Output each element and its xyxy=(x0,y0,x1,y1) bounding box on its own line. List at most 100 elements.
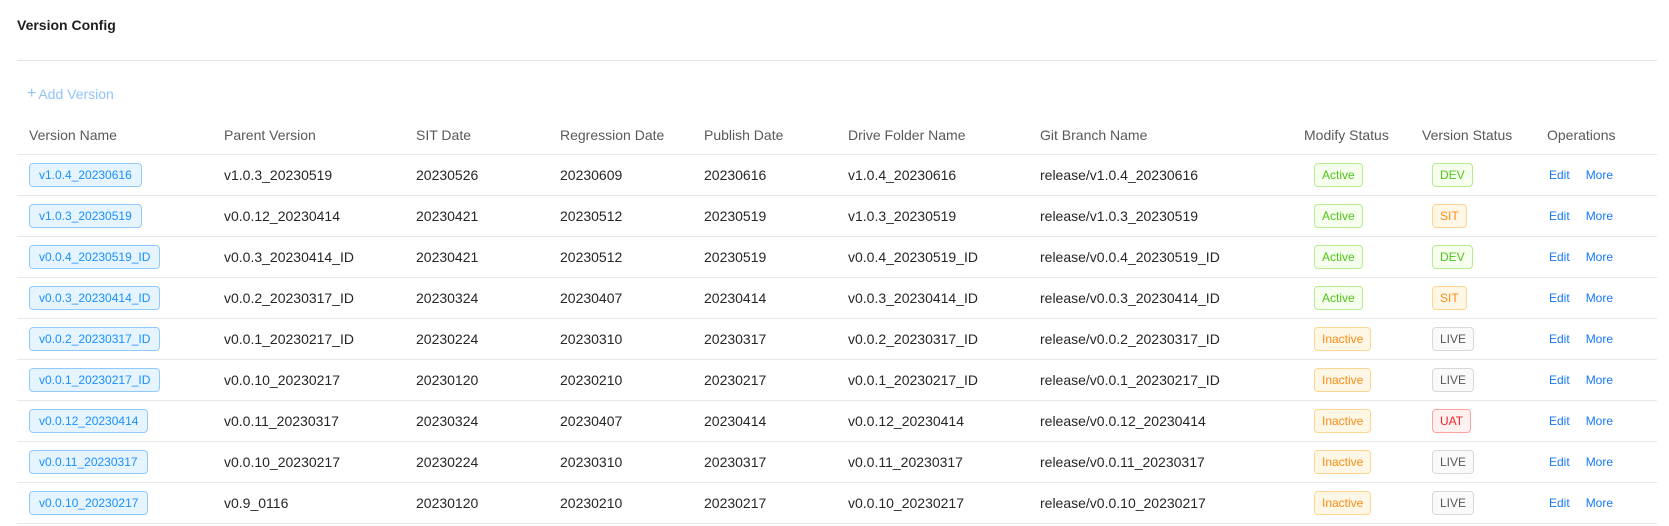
modify-status-cell: Active xyxy=(1314,196,1363,236)
modify-status-badge: Inactive xyxy=(1314,368,1372,392)
more-link[interactable]: More xyxy=(1586,496,1613,510)
regression-date-cell: 20230310 xyxy=(560,454,623,470)
git-branch-cell: release/v0.0.3_20230414_ID xyxy=(1040,290,1220,306)
regression-date-cell: 20230210 xyxy=(560,495,623,511)
version-name-tag[interactable]: v0.0.1_20230217_ID xyxy=(29,368,161,392)
version-name-tag[interactable]: v1.0.3_20230519 xyxy=(29,204,142,228)
version-status-cell: DEV xyxy=(1432,237,1473,277)
version-status-cell: LIVE xyxy=(1432,319,1475,359)
git-branch-cell: release/v1.0.4_20230616 xyxy=(1040,167,1199,183)
sit-date-cell: 20230421 xyxy=(416,249,479,265)
version-name-cell: v1.0.4_20230616 xyxy=(29,155,142,195)
drive-folder-cell: v0.0.4_20230519_ID xyxy=(848,249,978,265)
parent-version-cell: v1.0.3_20230519 xyxy=(224,167,333,183)
version-name-tag[interactable]: v0.0.12_20230414 xyxy=(29,409,149,433)
operations-cell: Edit More xyxy=(1549,483,1629,523)
edit-link[interactable]: Edit xyxy=(1549,168,1570,182)
drive-folder-cell: v0.0.11_20230317 xyxy=(848,454,963,470)
more-link[interactable]: More xyxy=(1586,168,1613,182)
operations-cell: Edit More xyxy=(1549,360,1629,400)
version-status-badge: DEV xyxy=(1432,245,1473,269)
drive-folder-cell: v0.0.1_20230217_ID xyxy=(848,372,978,388)
git-branch-cell: release/v0.0.11_20230317 xyxy=(1040,454,1205,470)
git-branch-cell: release/v0.0.1_20230217_ID xyxy=(1040,372,1220,388)
add-version-button[interactable]: + Add Version xyxy=(27,86,114,103)
parent-version-cell: v0.0.3_20230414_ID xyxy=(224,249,354,265)
version-name-tag[interactable]: v0.0.2_20230317_ID xyxy=(29,327,161,351)
modify-status-cell: Active xyxy=(1314,237,1363,277)
table-header: Version Name Parent Version SIT Date Reg… xyxy=(17,115,1657,155)
more-link[interactable]: More xyxy=(1586,209,1613,223)
version-name-cell: v0.0.4_20230519_ID xyxy=(29,237,161,277)
edit-link[interactable]: Edit xyxy=(1549,373,1570,387)
version-name-cell: v0.0.1_20230217_ID xyxy=(29,360,161,400)
more-link[interactable]: More xyxy=(1586,455,1613,469)
version-name-tag[interactable]: v0.0.3_20230414_ID xyxy=(29,286,161,310)
more-link[interactable]: More xyxy=(1586,291,1613,305)
operations-cell: Edit More xyxy=(1549,237,1629,277)
git-branch-cell: release/v0.0.10_20230217 xyxy=(1040,495,1206,511)
git-branch-cell: release/v1.0.3_20230519 xyxy=(1040,208,1199,224)
more-link[interactable]: More xyxy=(1586,373,1613,387)
version-status-cell: SIT xyxy=(1432,278,1467,318)
title-divider xyxy=(17,60,1657,61)
drive-folder-cell: v0.0.12_20230414 xyxy=(848,413,964,429)
edit-link[interactable]: Edit xyxy=(1549,414,1570,428)
column-header-regression-date: Regression Date xyxy=(560,126,665,143)
regression-date-cell: 20230512 xyxy=(560,208,623,224)
edit-link[interactable]: Edit xyxy=(1549,209,1570,223)
drive-folder-cell: v0.0.3_20230414_ID xyxy=(848,290,978,306)
more-link[interactable]: More xyxy=(1586,332,1613,346)
table-row: v0.0.10_20230217 v0.9_0116 20230120 2023… xyxy=(17,483,1657,524)
more-link[interactable]: More xyxy=(1586,250,1613,264)
sit-date-cell: 20230224 xyxy=(416,454,479,470)
regression-date-cell: 20230407 xyxy=(560,290,623,306)
column-header-sit-date: SIT Date xyxy=(416,126,471,143)
version-status-badge: LIVE xyxy=(1432,327,1475,351)
parent-version-cell: v0.9_0116 xyxy=(224,495,289,511)
drive-folder-cell: v1.0.4_20230616 xyxy=(848,167,957,183)
version-status-cell: UAT xyxy=(1432,401,1472,441)
publish-date-cell: 20230519 xyxy=(704,208,767,224)
column-header-drive-folder-name: Drive Folder Name xyxy=(848,126,966,143)
column-header-version-status: Version Status xyxy=(1422,126,1513,143)
regression-date-cell: 20230210 xyxy=(560,372,623,388)
modify-status-badge: Active xyxy=(1314,286,1363,310)
modify-status-badge: Inactive xyxy=(1314,327,1372,351)
version-status-cell: LIVE xyxy=(1432,483,1475,523)
regression-date-cell: 20230310 xyxy=(560,331,623,347)
version-name-cell: v0.0.3_20230414_ID xyxy=(29,278,161,318)
column-header-publish-date: Publish Date xyxy=(704,126,784,143)
edit-link[interactable]: Edit xyxy=(1549,291,1570,305)
modify-status-badge: Active xyxy=(1314,163,1363,187)
publish-date-cell: 20230317 xyxy=(704,454,767,470)
version-name-tag[interactable]: v0.0.10_20230217 xyxy=(29,491,149,515)
version-status-badge: UAT xyxy=(1432,409,1472,433)
modify-status-badge: Inactive xyxy=(1314,409,1372,433)
publish-date-cell: 20230317 xyxy=(704,331,767,347)
version-name-tag[interactable]: v1.0.4_20230616 xyxy=(29,163,142,187)
modify-status-cell: Inactive xyxy=(1314,442,1372,482)
table-row: v1.0.4_20230616 v1.0.3_20230519 20230526… xyxy=(17,155,1657,196)
publish-date-cell: 20230519 xyxy=(704,249,767,265)
modify-status-cell: Inactive xyxy=(1314,401,1372,441)
parent-version-cell: v0.0.10_20230217 xyxy=(224,372,340,388)
publish-date-cell: 20230414 xyxy=(704,413,767,429)
drive-folder-cell: v0.0.2_20230317_ID xyxy=(848,331,978,347)
publish-date-cell: 20230217 xyxy=(704,372,767,388)
table-row: v0.0.1_20230217_ID v0.0.10_20230217 2023… xyxy=(17,360,1657,401)
edit-link[interactable]: Edit xyxy=(1549,496,1570,510)
table-row: v1.0.3_20230519 v0.0.12_20230414 2023042… xyxy=(17,196,1657,237)
modify-status-cell: Active xyxy=(1314,278,1363,318)
edit-link[interactable]: Edit xyxy=(1549,332,1570,346)
more-link[interactable]: More xyxy=(1586,414,1613,428)
parent-version-cell: v0.0.1_20230217_ID xyxy=(224,331,354,347)
publish-date-cell: 20230414 xyxy=(704,290,767,306)
version-name-tag[interactable]: v0.0.4_20230519_ID xyxy=(29,245,161,269)
version-name-cell: v0.0.2_20230317_ID xyxy=(29,319,161,359)
version-name-tag[interactable]: v0.0.11_20230317 xyxy=(29,450,148,474)
edit-link[interactable]: Edit xyxy=(1549,250,1570,264)
sit-date-cell: 20230120 xyxy=(416,495,479,511)
modify-status-badge: Inactive xyxy=(1314,450,1372,474)
edit-link[interactable]: Edit xyxy=(1549,455,1570,469)
